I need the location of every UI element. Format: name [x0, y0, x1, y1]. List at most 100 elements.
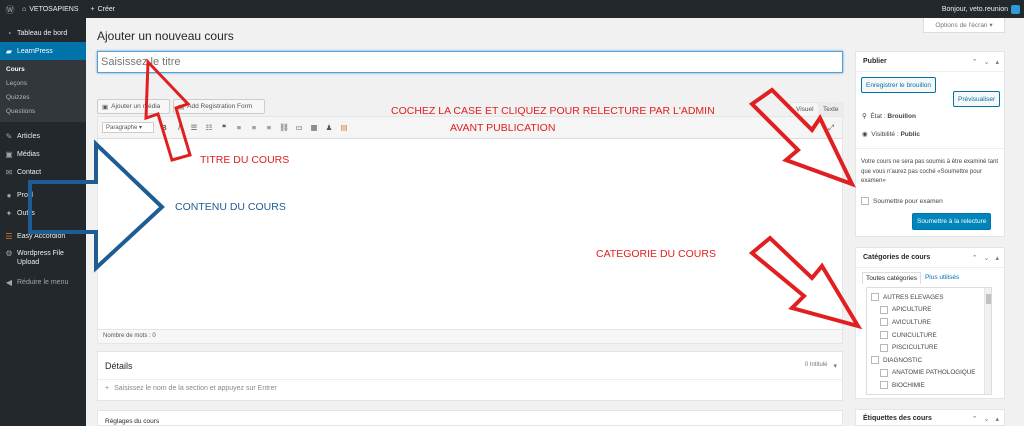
numbered-list-icon[interactable]: ☷	[204, 123, 214, 132]
chevron-up-icon[interactable]: ⌃	[972, 254, 978, 262]
tab-visual[interactable]: Visuel	[790, 102, 820, 116]
align-right-icon[interactable]: ≡	[264, 123, 274, 132]
new-label: Créer	[97, 5, 116, 13]
screen-options-button[interactable]: Options de l'écran ▾	[923, 18, 1005, 33]
accordion-icon: ☰	[5, 231, 13, 241]
collapse-icon[interactable]: ▾	[833, 362, 837, 370]
accordion-icon[interactable]: ▤	[339, 123, 349, 132]
category-checkbox[interactable]	[880, 381, 888, 390]
chevron-up-icon[interactable]: ⌃	[972, 415, 978, 423]
sidebar-item-profile[interactable]: ● Profil	[0, 186, 86, 204]
howdy-text: Bonjour, veto.reunion	[941, 5, 1008, 13]
tab-most-used[interactable]: Plus utilisés	[921, 272, 963, 284]
italic-icon[interactable]: I	[174, 123, 184, 132]
add-section-input[interactable]: + Saisissez le nom de la section et appu…	[98, 380, 842, 397]
annotation-content: CONTENU DU COURS	[175, 201, 286, 213]
category-checkbox[interactable]	[880, 331, 888, 340]
details-controls: 0 Intitulé ▾	[805, 362, 837, 370]
add-registration-form-button[interactable]: ▤ Add Registration Form	[173, 99, 265, 114]
preview-button[interactable]: Prévisualiser	[953, 91, 1001, 107]
sidebar-item-file-upload[interactable]: ⚙ Wordpress File Upload	[0, 245, 86, 273]
sidebar-item-label: Outils	[17, 209, 35, 217]
chevron-down-icon[interactable]: ⌄	[984, 58, 990, 66]
category-checkbox[interactable]	[880, 305, 888, 314]
save-draft-button[interactable]: Enregistrer le brouillon	[861, 77, 937, 93]
category-checkbox[interactable]	[871, 356, 879, 365]
content-editor[interactable]: Paragraphe ▾ B I ☰ ☷ ❝ ≡ ≡ ≡ ⛓ ▭ ▦ ♟ ▤ ⤢…	[97, 116, 843, 344]
screen-options-label: Options de l'écran ▾	[935, 22, 993, 29]
sidebar-item-easy-accordion[interactable]: ☰ Easy Accordion	[0, 227, 86, 245]
tab-text[interactable]: Texte	[818, 102, 844, 116]
toolbar-toggle-icon[interactable]: ▦	[309, 123, 319, 132]
category-item[interactable]: BIOCHIMIE	[871, 379, 991, 392]
annotation-check-line2: AVANT PUBLICATION	[450, 122, 556, 134]
sidebar-item-media[interactable]: ▣ Médias	[0, 145, 86, 163]
sidebar-item-articles[interactable]: ✎ Articles	[0, 127, 86, 145]
collapse-menu-button[interactable]: ◀ Réduire le menu	[0, 273, 86, 291]
site-name-link[interactable]: ⌂ VETOSAPIENS	[22, 6, 79, 13]
category-scrollbar[interactable]	[984, 288, 991, 394]
align-left-icon[interactable]: ≡	[234, 123, 244, 132]
category-item[interactable]: AVICULTURE	[871, 316, 991, 329]
sidebar-item-learnpress[interactable]: ▰ LearnPress	[0, 42, 86, 60]
category-item[interactable]: DIAGNOSTIC	[871, 354, 991, 367]
sidebar-item-tools[interactable]: ✦ Outils	[0, 204, 86, 222]
category-checkbox[interactable]	[871, 293, 879, 302]
submit-review-button[interactable]: Soumettre à la relecture	[912, 213, 992, 230]
chevron-down-icon[interactable]: ⌄	[984, 254, 990, 262]
toggle-icon[interactable]: ▴	[995, 58, 999, 66]
submit-review-checkbox[interactable]	[861, 197, 869, 205]
category-checkbox[interactable]	[880, 368, 888, 377]
status-value: Brouillon	[887, 113, 916, 120]
account-menu[interactable]: Bonjour, veto.reunion	[941, 4, 1020, 14]
category-item[interactable]: APICULTURE	[871, 304, 991, 317]
sidebar-item-label: Profil	[17, 191, 33, 199]
learnpress-icon: ▰	[5, 46, 13, 56]
read-more-icon[interactable]: ▭	[294, 123, 304, 132]
submenu-item-quizzes[interactable]: Quizzes	[0, 91, 86, 105]
sidebar-item-dashboard[interactable]: ◔ Tableau de bord	[0, 24, 86, 42]
pin-icon: ✎	[5, 131, 13, 141]
sidebar-item-label: Tableau de bord	[17, 29, 68, 37]
admin-sidebar: ◔ Tableau de bord ▰ LearnPress Cours Leç…	[0, 18, 86, 426]
categories-title: Catégories de cours	[863, 254, 931, 261]
sidebar-item-contact[interactable]: ✉ Contact	[0, 163, 86, 181]
category-item[interactable]: AUTRES ELEVAGES	[871, 291, 991, 304]
fullscreen-icon[interactable]: ⤢	[826, 123, 836, 133]
gear-icon: ⚙	[5, 249, 13, 258]
toggle-icon[interactable]: ▴	[995, 415, 999, 423]
add-media-button[interactable]: ▣ Ajouter un média	[97, 99, 170, 114]
format-select[interactable]: Paragraphe ▾	[102, 122, 154, 133]
chevron-up-icon[interactable]: ⌃	[972, 58, 978, 66]
wordpress-icon[interactable]: Ⓦ	[0, 3, 20, 16]
toggle-icon[interactable]: ▴	[995, 254, 999, 262]
title-input[interactable]	[97, 51, 843, 73]
submenu-item-lessons[interactable]: Leçons	[0, 77, 86, 91]
sidebar-item-label: Contact	[17, 168, 42, 176]
submenu-item-courses[interactable]: Cours	[0, 63, 86, 77]
quote-icon[interactable]: ❝	[219, 123, 229, 132]
pin-icon: ⚲	[862, 113, 867, 120]
category-item[interactable]: PISCICULTURE	[871, 341, 991, 354]
submenu-item-questions[interactable]: Questions	[0, 105, 86, 119]
user-icon: ●	[6, 190, 12, 200]
align-center-icon[interactable]: ≡	[249, 123, 259, 132]
category-checklist: AUTRES ELEVAGES APICULTURE AVICULTURE CU…	[866, 287, 992, 395]
link-icon[interactable]: ⛓	[279, 123, 289, 132]
chevron-down-icon[interactable]: ⌄	[984, 415, 990, 423]
tab-all-categories[interactable]: Toutes catégories	[862, 272, 921, 284]
categories-box: Catégories de cours ⌃ ⌄ ▴ Toutes catégor…	[855, 247, 1005, 399]
spy-icon[interactable]: ♟	[324, 123, 334, 132]
category-item[interactable]: ANATOMIE PATHOLOGIQUE	[871, 367, 991, 380]
bullet-list-icon[interactable]: ☰	[189, 123, 199, 132]
categories-box-controls: ⌃ ⌄ ▴	[972, 254, 999, 262]
section-count: 0 Intitulé	[804, 361, 828, 368]
bold-icon[interactable]: B	[159, 123, 169, 132]
category-item[interactable]: CUNICULTURE	[871, 329, 991, 342]
annotation-category: CATEGORIE DU COURS	[596, 248, 716, 260]
format-select-value: Paragraphe	[106, 125, 138, 131]
new-content-link[interactable]: + Créer	[91, 6, 116, 13]
category-checkbox[interactable]	[880, 318, 888, 327]
category-checkbox[interactable]	[880, 343, 888, 352]
review-notice: Votre cours ne sera pas soumis à être ex…	[861, 159, 999, 184]
